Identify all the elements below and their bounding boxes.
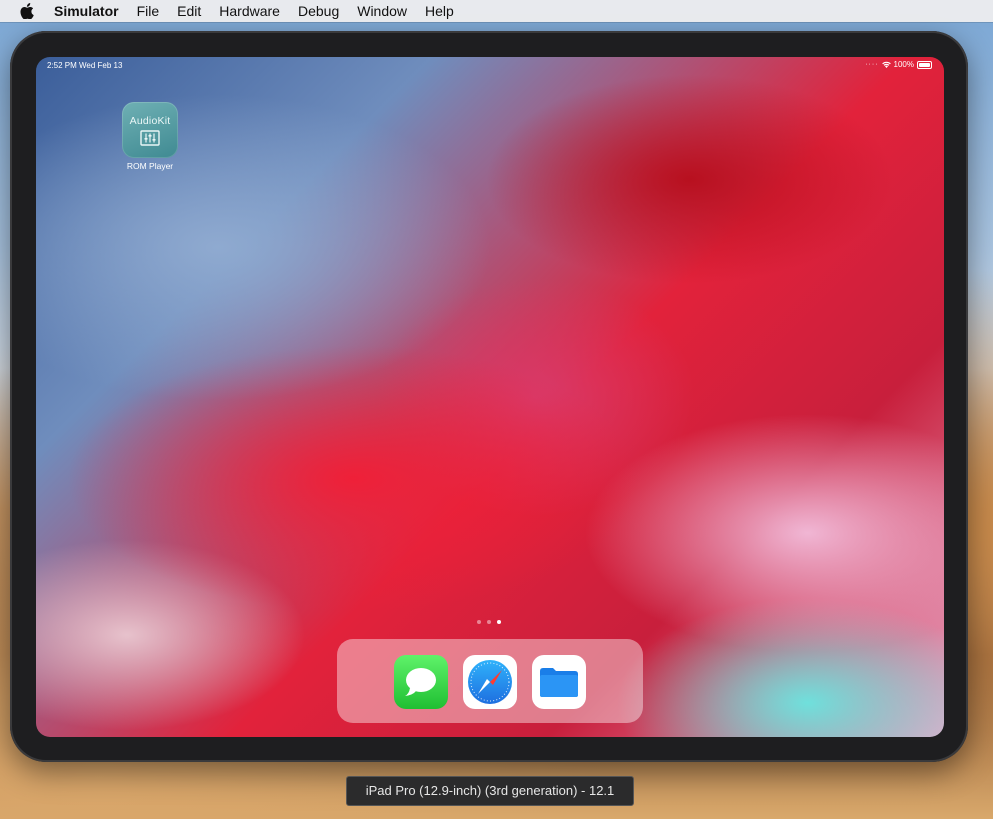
menu-app-simulator[interactable]: Simulator xyxy=(54,0,128,22)
menu-help[interactable]: Help xyxy=(416,0,463,22)
page-indicator[interactable] xyxy=(477,620,501,624)
files-app-icon[interactable] xyxy=(532,655,586,709)
messages-bubble-icon xyxy=(405,668,436,696)
ipad-home-screen[interactable]: 2:52 PM Wed Feb 13 ···· 100% AudioKit RO… xyxy=(36,57,944,737)
status-bar-right: ···· 100% xyxy=(865,60,932,69)
audiokit-brand-text: AudioKit xyxy=(129,114,171,127)
rom-player-app-label: ROM Player xyxy=(126,161,174,171)
dock xyxy=(337,639,643,723)
wifi-icon xyxy=(881,61,891,68)
files-folder-icon xyxy=(540,668,578,697)
signal-dots-icon: ···· xyxy=(865,61,879,68)
messages-app-icon[interactable] xyxy=(394,655,448,709)
menu-bar: Simulator File Edit Hardware Debug Windo… xyxy=(0,0,993,22)
page-dot-active[interactable] xyxy=(497,620,501,624)
safari-app-icon[interactable] xyxy=(463,655,517,709)
status-time-date: 2:52 PM Wed Feb 13 xyxy=(47,61,123,70)
menu-window[interactable]: Window xyxy=(348,0,416,22)
menu-debug[interactable]: Debug xyxy=(289,0,348,22)
rom-player-app-icon[interactable]: AudioKit xyxy=(122,102,178,158)
menu-hardware[interactable]: Hardware xyxy=(210,0,289,22)
page-dot[interactable] xyxy=(487,620,491,624)
apple-logo-icon[interactable] xyxy=(18,3,36,19)
battery-percent: 100% xyxy=(893,60,914,69)
battery-icon xyxy=(917,60,932,69)
page-dot[interactable] xyxy=(477,620,481,624)
safari-compass-icon xyxy=(468,660,512,704)
device-name-tooltip: iPad Pro (12.9-inch) (3rd generation) - … xyxy=(346,776,634,806)
sliders-icon xyxy=(140,129,160,146)
menu-file[interactable]: File xyxy=(128,0,169,22)
menu-edit[interactable]: Edit xyxy=(168,0,210,22)
